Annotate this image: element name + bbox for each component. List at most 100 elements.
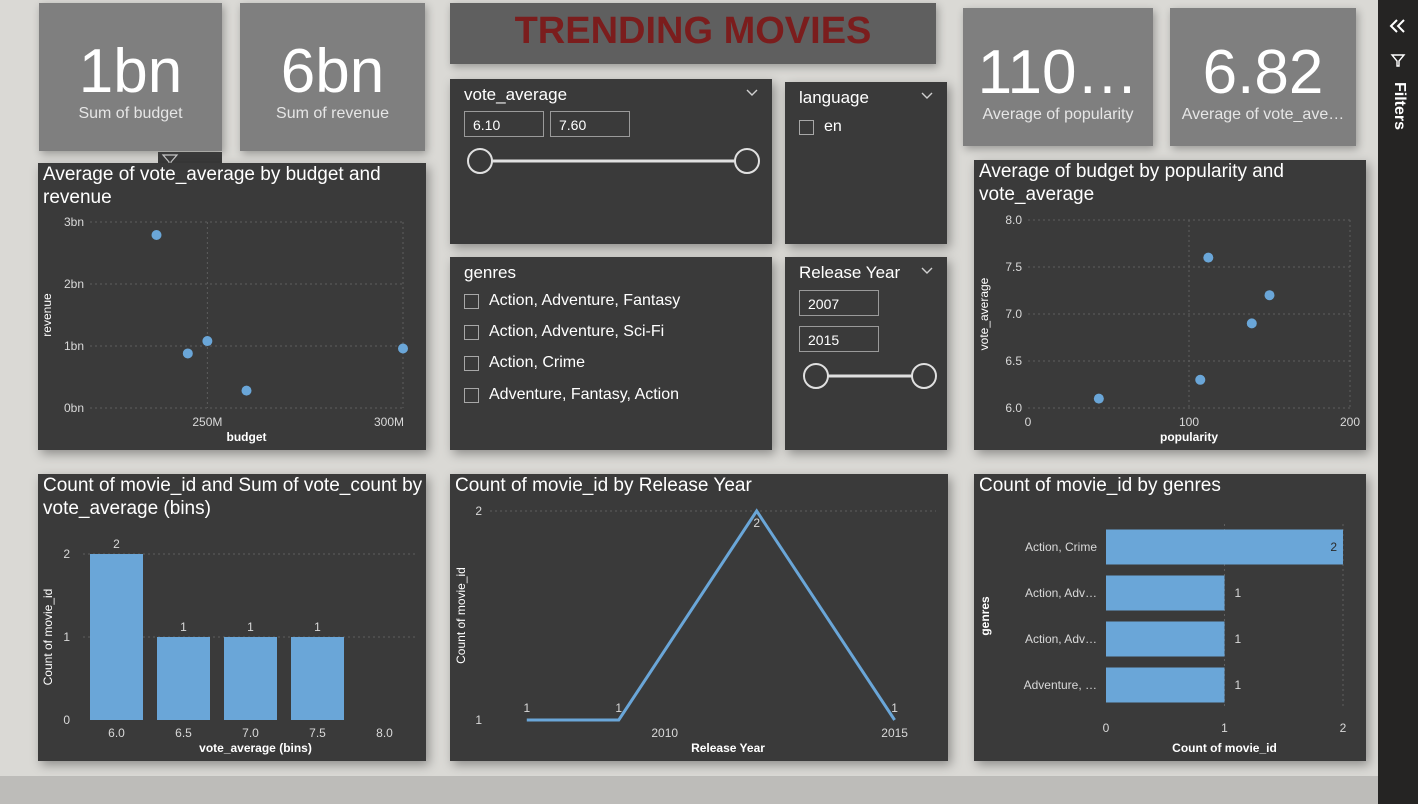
kpi-value: 1bn [78,41,183,103]
option-label: Action, Crime [489,354,586,371]
genre-option[interactable]: Action, Crime [464,354,585,372]
x-tick-label: 2010 [651,726,678,740]
y-tick-label: 2bn [64,277,84,291]
data-label: 1 [180,620,187,634]
data-point [1195,374,1206,385]
slider-handle-min [467,148,493,174]
x-tick-label: 7.5 [309,726,326,740]
checkbox[interactable] [799,119,814,135]
y-tick-label: 0 [63,713,70,727]
category-label: Action, Adv… [1025,632,1097,646]
range-min-input[interactable]: 2007 [799,290,879,316]
chevron-down-icon[interactable] [921,90,933,102]
bar [157,637,210,720]
chart-count-by-genres[interactable]: Count of movie_id by genres 0 1 2 Action, C… [974,474,1366,761]
page-tabs-strip [0,776,1378,804]
slider-handle-min [803,363,829,389]
filters-pane-label[interactable]: Filters [1388,82,1408,142]
y-tick-label: 1 [475,713,482,727]
range-min-input[interactable]: 6.10 [464,111,544,137]
data-label: 2 [753,516,760,530]
slider-handle-max [734,148,760,174]
x-axis-title: Release Year [691,741,765,755]
kpi-sum-of-revenue: 6bn Sum of revenue [240,3,425,151]
genre-option[interactable]: Action, Adventure, Fantasy [464,292,680,310]
genre-option[interactable]: Adventure, Fantasy, Action [464,386,679,404]
chart-count-by-vote-average-bins[interactable]: Count of movie_id and Sum of vote_count … [38,474,426,761]
chart-budget-by-popularity-vote-average[interactable]: Average of budget by popularity and vote… [974,160,1366,450]
checkbox[interactable] [464,355,479,371]
data-point [151,230,162,241]
y-tick-label: 6.0 [1005,401,1022,415]
data-label: 2 [113,537,120,551]
y-axis-title: genres [978,596,992,636]
y-axis-title: Count of movie_id [454,567,468,664]
y-tick-label: 0bn [64,401,84,415]
kpi-label: Sum of revenue [276,105,389,122]
checkbox[interactable] [464,324,479,340]
kpi-value: 6.82 [1202,42,1324,104]
x-tick-label: 6.0 [108,726,125,740]
data-point [1264,290,1275,301]
range-max-input[interactable]: 7.60 [550,111,630,137]
bar [90,554,143,720]
collapse-chevrons-icon[interactable] [1388,18,1408,34]
x-tick-label: 6.5 [175,726,192,740]
x-tick-label: 300M [374,415,404,429]
line-chart: 1 2 2010 2015 1 1 2 1 Release Year Count of movie… [454,504,936,755]
checkbox[interactable] [464,293,479,309]
option-label: Adventure, Fantasy, Action [489,386,680,403]
scatter-plot: 0bn 1bn 2bn 3bn 250M 300M budget revenue [40,215,408,444]
slider-handle-max [911,363,937,389]
kpi-label: Sum of budget [78,105,183,122]
x-axis-title: Count of movie_id [1172,741,1277,755]
slicer-release-year[interactable]: Release Year 2007 2015 [785,257,947,450]
y-axis-title: vote_average [977,277,991,350]
bar [291,637,344,720]
slicer-vote-average[interactable]: vote_average 6.10 7.60 [450,79,772,244]
slicer-genres[interactable]: genres Action, Adventure, Fantasy Action… [450,257,772,450]
x-tick-label: 7.0 [242,726,259,740]
bar [1106,667,1225,703]
report-title: TRENDING MOVIES [450,3,936,64]
slicer-title: vote_average [464,85,568,104]
option-label: en [824,118,842,135]
y-axis-title: Count of movie_id [41,589,55,686]
x-axis-title: popularity [1160,430,1218,444]
option-label: Action, Adventure, Fantasy [489,292,681,309]
x-tick-label: 2 [1340,721,1347,735]
data-label: 1 [1235,586,1242,600]
chevron-down-icon[interactable] [746,87,758,99]
language-option[interactable]: en [799,118,842,136]
range-slider[interactable] [462,145,764,177]
bar [1106,529,1343,565]
option-label: Action, Adventure, Sci-Fi [489,323,665,340]
checkbox[interactable] [464,387,479,403]
x-tick-label: 250M [192,415,222,429]
kpi-average-of-popularity: 110… Average of popularity [963,8,1153,146]
slicer-language[interactable]: language en [785,82,947,244]
category-label: Action, Adv… [1025,586,1097,600]
bar-chart: 0 1 2 Action, Crime 2 Action, Adv… 1 Action, Ad… [978,524,1347,755]
y-tick-label: 7.0 [1005,307,1022,321]
y-tick-label: 2 [475,504,482,518]
chevron-down-icon[interactable] [921,265,933,277]
slicer-title: Release Year [799,263,901,282]
chart-count-by-release-year[interactable]: Count of movie_id by Release Year 1 2 2010… [450,474,948,761]
bar [1106,621,1225,657]
range-slider[interactable] [799,360,943,392]
data-label: 1 [615,701,622,715]
chart-vote-average-by-budget-revenue[interactable]: Average of vote_average by budget and re… [38,163,426,450]
y-tick-label: 3bn [64,215,84,229]
data-point [1203,252,1214,263]
data-label: 1 [1235,678,1242,692]
data-label: 1 [523,701,530,715]
x-tick-label: 0 [1103,721,1110,735]
series-line [526,508,896,722]
data-point [1093,393,1104,404]
x-tick-label: 200 [1340,415,1360,429]
range-max-input[interactable]: 2015 [799,326,879,352]
x-axis-title: budget [227,430,267,444]
genre-option[interactable]: Action, Adventure, Sci-Fi [464,323,664,341]
y-tick-label: 1 [63,630,70,644]
